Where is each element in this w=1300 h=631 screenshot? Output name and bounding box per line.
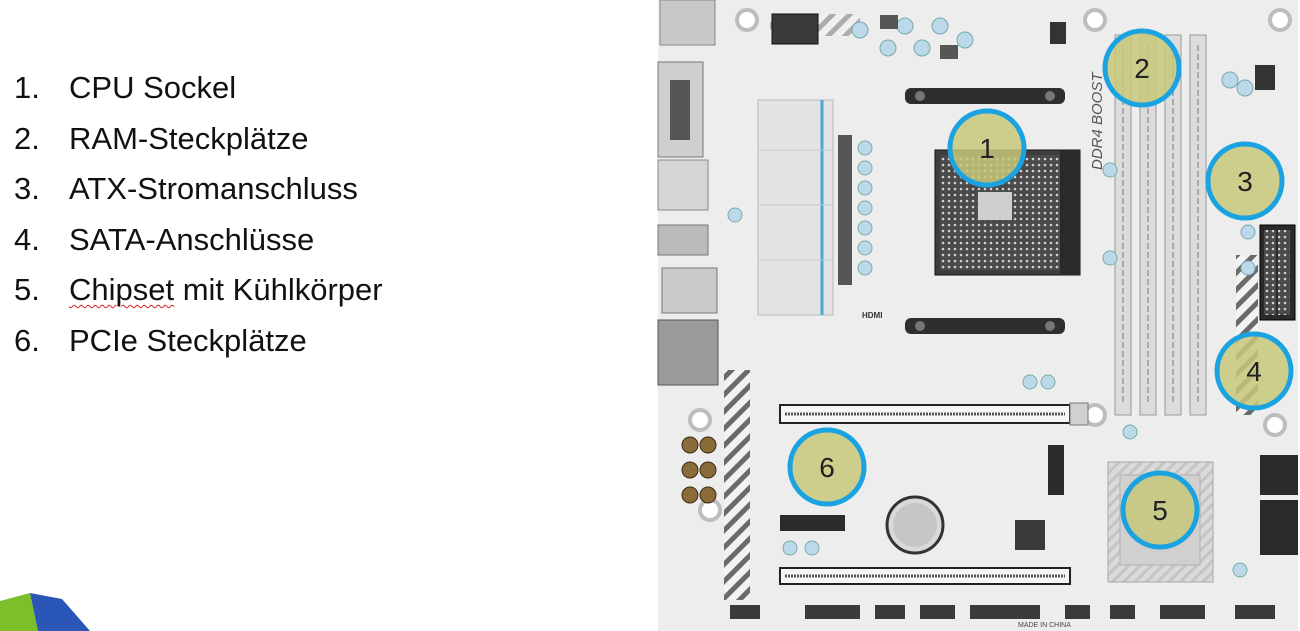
spellcheck-word: Chipset (69, 272, 175, 307)
legend-item: 4. SATA-Anschlüsse (14, 222, 383, 273)
legend-item: 6. PCIe Steckplätze (14, 323, 383, 374)
legend-text: ATX-Stromanschluss (69, 171, 358, 206)
cpu-bracket-bottom (905, 318, 1065, 334)
marker-4-label: 4 (1246, 356, 1262, 387)
io-port (670, 80, 690, 140)
legend-item: 1. CPU Sockel (14, 70, 383, 121)
hdmi-silkscreen: HDMI (862, 311, 882, 320)
io-port (657, 319, 719, 386)
ram-silkscreen: DDR4 BOOST (1089, 71, 1106, 170)
legend-number: 1. (14, 70, 40, 105)
legend-text: RAM-Steckplätze (69, 120, 309, 156)
marker-2: 2 (1102, 28, 1182, 108)
marker-2-label: 2 (1134, 53, 1150, 84)
marker-1: 1 (947, 108, 1027, 188)
legend-item: 3. ATX-Stromanschluss (14, 171, 383, 222)
legend-text: SATA-Anschlüsse (69, 221, 315, 257)
io-chip (1015, 520, 1045, 550)
cpu-bracket-top (905, 88, 1065, 104)
legend-item: 2. RAM-Steckplätze (14, 121, 383, 172)
io-port (657, 159, 709, 211)
bottom-headers (730, 605, 1275, 619)
legend-number: 4. (14, 221, 40, 257)
marker-5: 5 (1120, 470, 1200, 550)
pcie-x1-slot (780, 515, 845, 531)
legend-text: Chipset mit Kühlkörper (69, 272, 383, 307)
made-in-silkscreen: MADE IN CHINA (1018, 622, 1071, 629)
legend-item: 5. Chipset mit Kühlkörper (14, 272, 383, 323)
marker-5-label: 5 (1152, 495, 1168, 526)
marker-4: 4 (1214, 331, 1294, 411)
legend-number: 5. (14, 272, 40, 307)
marker-6: 6 (787, 427, 867, 507)
io-port (661, 267, 718, 314)
component-legend: 1. CPU Sockel 2. RAM-Steckplätze 3. ATX-Str… (14, 70, 383, 373)
marker-1-label: 1 (979, 133, 995, 164)
legend-text: CPU Sockel (69, 70, 237, 105)
slide-corner-decoration (0, 593, 90, 631)
hatch-accent (724, 370, 750, 600)
motherboard-diagram: HDMI DDR4 BOOST MADE IN CHINA 1 2 3 4 5 … (657, 0, 1298, 631)
m2-slot (1048, 445, 1064, 495)
cpu-power-connector (771, 13, 819, 45)
sata-port (1260, 455, 1298, 495)
legend-number: 3. (14, 171, 40, 206)
legend-text: PCIe Steckplätze (69, 322, 307, 358)
sata-port (1260, 500, 1298, 555)
io-port (657, 224, 709, 256)
io-port (659, 0, 716, 46)
marker-6-label: 6 (819, 452, 835, 483)
marker-3-label: 3 (1237, 166, 1253, 197)
marker-3: 3 (1205, 141, 1285, 221)
legend-number: 2. (14, 120, 40, 156)
legend-number: 6. (14, 322, 40, 358)
